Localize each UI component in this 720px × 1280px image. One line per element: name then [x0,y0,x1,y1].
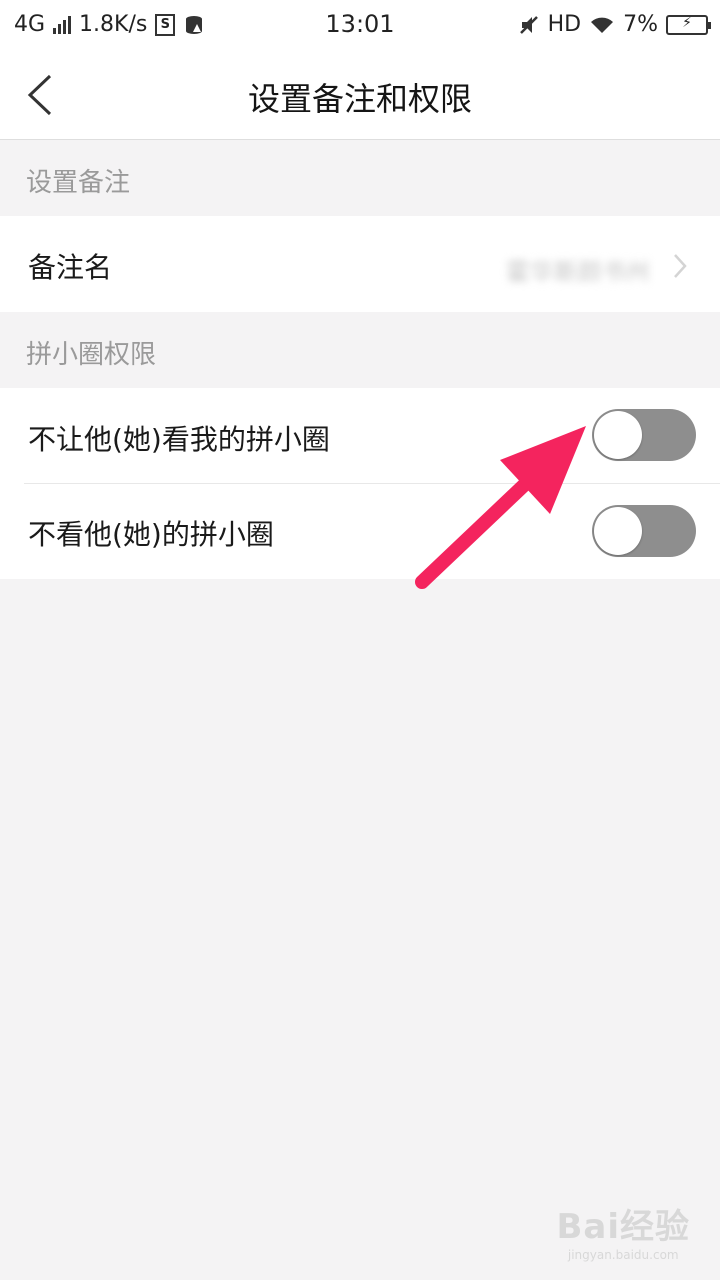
toggle-knob [594,507,642,555]
toggle-hide-theirs[interactable] [592,505,696,557]
baidu-watermark: Bai经验 jingyan.baidu.com [556,1199,690,1262]
mute-icon [519,15,538,34]
wifi-icon [591,17,614,33]
remark-name-label: 备注名 [28,251,113,284]
chevron-right-icon [674,254,687,278]
page-title: 设置备注和权限 [247,80,472,118]
nav-bar: 设置备注和权限 [0,52,720,140]
status-right: HD 7% ⚡ [518,12,711,37]
watermark-sub: jingyan.baidu.com [567,1248,679,1262]
permission-row-hide-theirs: 不看他(她)的拼小圈 [0,483,720,579]
permission-row-hide-mine: 不让他(她)看我的拼小圈 [0,388,720,483]
hd-indicator: HD [547,12,582,37]
permission-label-hide-theirs: 不看他(她)的拼小圈 [28,518,274,551]
toggle-hide-mine[interactable] [592,409,696,461]
toggle-knob [594,411,642,459]
remark-name-value: 霍华斯颜书州 [506,258,650,286]
remark-name-row[interactable]: 备注名 霍华斯颜书州 [0,216,720,312]
permission-label-hide-mine: 不让他(她)看我的拼小圈 [28,423,330,456]
row-divider [24,483,720,484]
battery-icon: ⚡ [666,14,711,35]
status-bar: 4G 1.8K/s S 13:01 HD 7% ⚡ [0,0,720,52]
section-header-remark: 设置备注 [26,168,131,198]
annotation-arrow-icon [415,426,586,589]
watermark-main: Bai经验 [556,1207,690,1247]
section-header-permission: 拼小圈权限 [26,340,157,370]
battery-percent: 7% [623,12,658,37]
